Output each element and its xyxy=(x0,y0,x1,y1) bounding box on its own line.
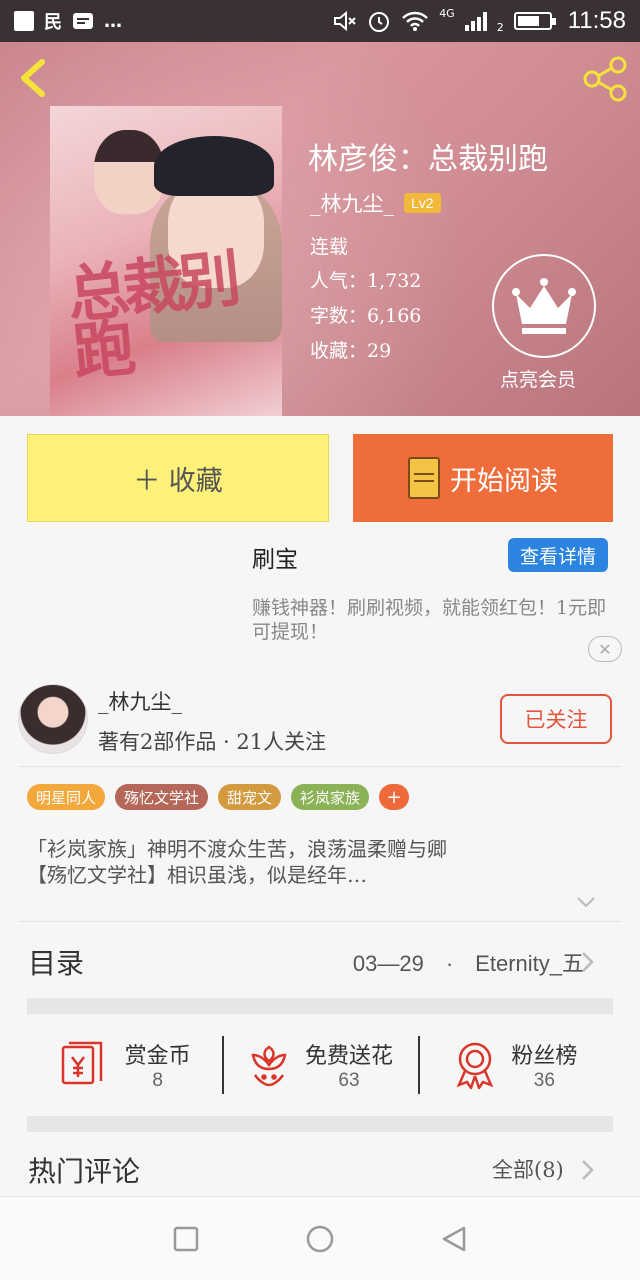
collect-button-label: ＋ 收藏 xyxy=(133,465,223,497)
flower-icon xyxy=(251,1045,287,1087)
favorites-stat: 收藏：29 xyxy=(310,340,392,362)
catalog-row[interactable]: 目录 03—29 · Eternity_五 xyxy=(0,922,640,998)
hot-comments-title: 热门评论 xyxy=(28,1155,141,1188)
ad-title[interactable]: 刷宝 xyxy=(252,540,298,574)
reward-count: 8 xyxy=(152,1070,163,1091)
home-circle-icon[interactable] xyxy=(305,1224,335,1254)
tag-chip[interactable]: 衫岚家族 xyxy=(291,784,370,810)
chevron-right-icon xyxy=(582,1160,594,1180)
back-triangle-icon[interactable] xyxy=(440,1225,468,1253)
section-separator xyxy=(27,1116,613,1132)
book-icon xyxy=(408,457,440,499)
intro-line: 「衫岚家族」神明不渡众生苦，浪荡温柔赠与卿 xyxy=(27,837,447,861)
divider xyxy=(18,766,622,767)
book-title: 林彦俊：总裁别跑 xyxy=(308,142,548,177)
tag-chip[interactable]: 甜宠文 xyxy=(218,784,282,810)
vip-label[interactable]: 点亮会员 xyxy=(500,365,576,392)
catalog-label: 目录 xyxy=(28,947,85,980)
author-level-badge: Lv2 xyxy=(404,193,441,213)
add-tag-button[interactable]: + xyxy=(379,784,410,810)
word-count-stat: 字数：6,166 xyxy=(310,305,422,327)
author-card-name[interactable]: _林九尘_ xyxy=(98,686,182,716)
tag-chip[interactable]: 殇忆文学社 xyxy=(115,784,209,810)
notification-app-icon: 民 xyxy=(44,12,62,33)
reward-label: 赏金币 xyxy=(124,1044,191,1069)
share-icon[interactable] xyxy=(580,54,630,104)
mute-icon xyxy=(334,10,356,32)
crown-icon xyxy=(512,278,576,334)
notification-square-icon xyxy=(14,11,34,31)
expand-chevron-down-icon[interactable] xyxy=(576,892,596,912)
vip-badge-button[interactable] xyxy=(492,254,596,358)
battery-icon xyxy=(513,12,556,30)
back-arrow-icon[interactable] xyxy=(14,56,54,100)
wifi-icon xyxy=(402,11,429,31)
reward-row: 赏金币 8 免费送花 63 粉丝榜 36 xyxy=(27,1016,613,1114)
reward-label: 粉丝榜 xyxy=(511,1044,578,1069)
clock-time: 11:58 xyxy=(567,7,626,34)
book-intro[interactable]: 「衫岚家族」神明不渡众生苦，浪荡温柔赠与卿 【殇忆文学社】相识虽浅，似是经年… xyxy=(27,836,587,888)
popularity-stat: 人气：1,732 xyxy=(310,270,422,292)
red-envelope-icon xyxy=(61,1041,102,1085)
intro-line: 【殇忆文学社】相识虽浅，似是经年… xyxy=(27,863,367,887)
tag-list: 明星同人 殇忆文学社 甜宠文 衫岚家族 + xyxy=(27,784,410,810)
start-reading-button[interactable]: 开始阅读 xyxy=(353,434,613,522)
hot-comments-header[interactable]: 热门评论 全部(8) xyxy=(0,1134,640,1196)
latest-chapter: 03—29 · Eternity_五 xyxy=(352,951,584,976)
network-type-label: 4G xyxy=(439,6,455,20)
book-author[interactable]: _林九尘_ xyxy=(310,188,394,218)
cover-title-art: 总裁别跑 xyxy=(63,241,239,390)
fan-ranking-button[interactable]: 粉丝榜 36 xyxy=(417,1016,613,1114)
sim-slot-label: 2 xyxy=(496,20,504,34)
status-bar: 民 … 4G 2 11:58 xyxy=(0,0,640,42)
send-flower-button[interactable]: 免费送花 63 xyxy=(222,1016,417,1114)
recent-apps-square-icon[interactable] xyxy=(172,1225,200,1253)
all-comments-link[interactable]: 全部(8) xyxy=(492,1154,564,1184)
reward-count: 36 xyxy=(533,1070,555,1091)
system-nav-bar xyxy=(0,1196,640,1280)
notification-chat-icon xyxy=(73,13,93,29)
start-reading-label: 开始阅读 xyxy=(450,465,558,497)
signal-icon xyxy=(464,11,487,31)
author-card: _林九尘_ 著有2部作品 · 21人关注 已关注 xyxy=(0,670,640,766)
medal-icon xyxy=(457,1042,494,1089)
reward-count: 63 xyxy=(338,1070,360,1091)
chevron-right-icon xyxy=(582,952,594,972)
ad-description[interactable]: 赚钱神器！刷刷视频，就能领红包！1元即可提现！ xyxy=(252,596,622,644)
tag-chip[interactable]: 明星同人 xyxy=(27,784,106,810)
follow-button[interactable]: 已关注 xyxy=(500,694,612,744)
reward-label: 免费送花 xyxy=(304,1044,393,1069)
serial-status: 连载 xyxy=(310,236,349,258)
author-card-meta: 著有2部作品 · 21人关注 xyxy=(98,730,327,754)
ad-close-icon[interactable]: ✕ xyxy=(588,636,622,662)
collect-button[interactable]: ＋ 收藏 xyxy=(27,434,329,522)
ad-detail-button[interactable]: 查看详情 xyxy=(508,538,608,572)
author-avatar[interactable] xyxy=(18,684,88,754)
more-notifications-icon: … xyxy=(104,10,122,32)
section-separator xyxy=(27,998,613,1014)
reward-coins-button[interactable]: 赏金币 8 xyxy=(27,1016,222,1114)
alarm-icon xyxy=(369,12,390,32)
book-cover-image[interactable]: 总裁别跑 xyxy=(50,106,282,416)
book-header: 总裁别跑 林彦俊：总裁别跑 _林九尘_ Lv2 连载 人气：1,732 字数：6… xyxy=(0,42,640,416)
